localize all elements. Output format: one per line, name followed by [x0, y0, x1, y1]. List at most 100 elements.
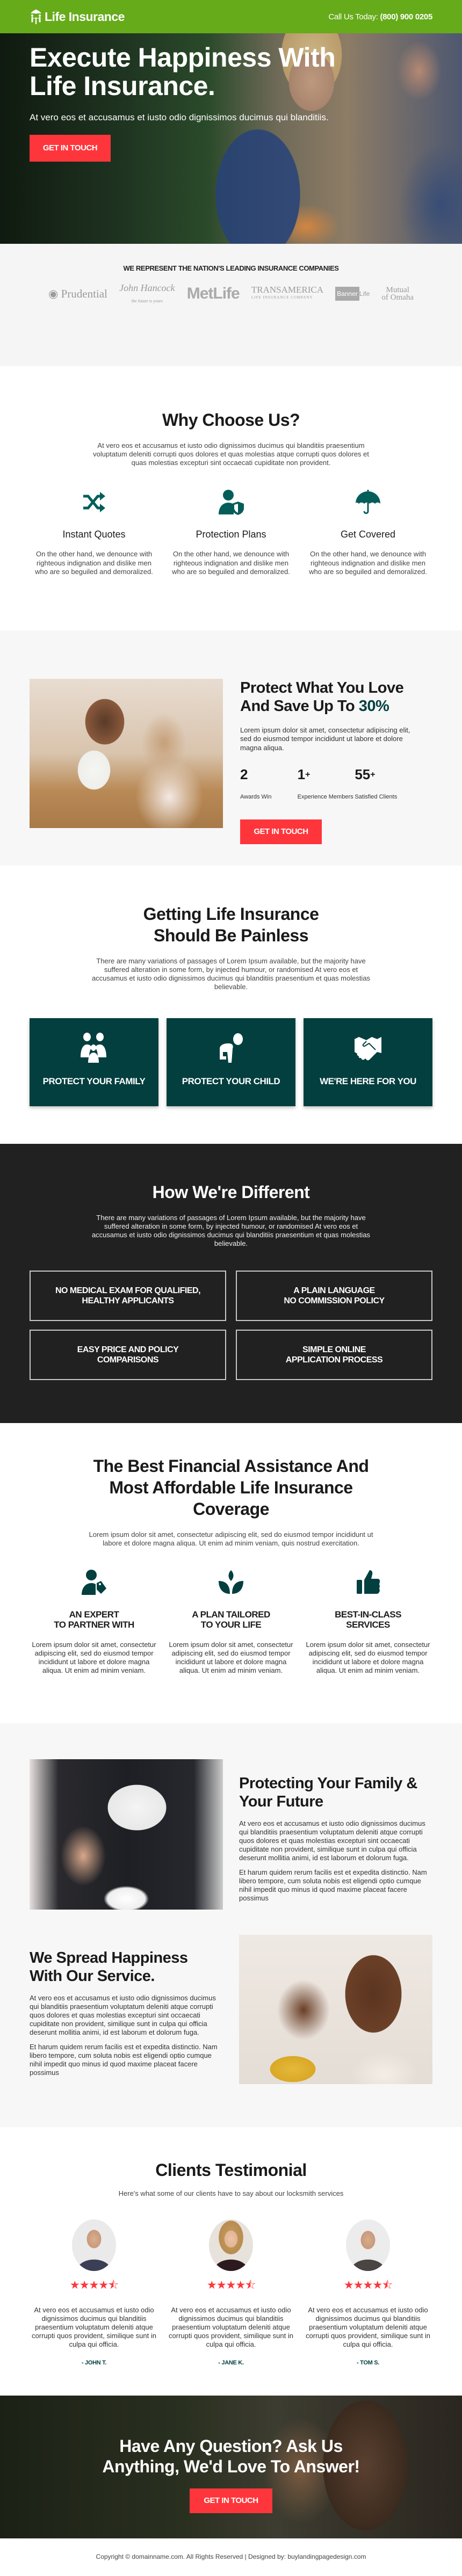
stat-awards: 2 Awards Win: [240, 766, 272, 800]
best-assistance-section: The Best Financial Assistance And Most A…: [0, 1423, 462, 1723]
site-header: Life Insurance Call Us Today: (800) 900 …: [0, 0, 462, 33]
tile-label: PROTECT YOUR FAMILY: [42, 1076, 146, 1086]
feature-card: Get Covered On the other hand, we denoun…: [304, 489, 432, 577]
hero-title: Execute Happiness With Life Insurance.: [30, 42, 336, 101]
couple-with-dog-photo: [30, 678, 223, 828]
feature-title: Instant Quotes: [62, 529, 126, 540]
paper-umbrella-family-photo: [30, 1759, 223, 1910]
tile-protect-family[interactable]: PROTECT YOUR FAMILY: [30, 1018, 158, 1106]
stat-members: 1+ Experience Members: [297, 766, 353, 800]
feature-card: Instant Quotes On the other hand, we den…: [30, 489, 158, 577]
difference-box: NO MEDICAL EXAM FOR QUALIFIED, HEALTHY A…: [30, 1270, 226, 1321]
landing-page: Life Insurance Call Us Today: (800) 900 …: [0, 0, 462, 2576]
painless-title: Getting Life Insurance Should Be Painles…: [143, 904, 319, 945]
testimonial-text: At vero eos et accusamus et iusto odio d…: [169, 2305, 293, 2348]
difference-box: SIMPLE ONLINE APPLICATION PROCESS: [236, 1329, 432, 1380]
testimonial-author: - JOHN T.: [81, 2359, 107, 2366]
feature-text: On the other hand, we denounce with righ…: [35, 550, 153, 576]
testimonials-title: Clients Testimonial: [155, 2160, 307, 2180]
copyright-text: Copyright © domainname.com. All Rights R…: [96, 2552, 366, 2560]
star-rating: ★★★★⯪: [69, 2279, 119, 2291]
testimonial-text: At vero eos et accusamus et iusto odio d…: [306, 2305, 430, 2348]
benefit-text: Lorem ipsum dolor sit amet, consectetur …: [306, 1640, 430, 1674]
tile-here-for-you[interactable]: WE'RE HERE FOR YOU: [304, 1018, 432, 1106]
mother-daughter-photo: [239, 1934, 432, 2084]
feature-text: On the other hand, we denounce with righ…: [309, 550, 427, 576]
logo-banner-life: Banner Life: [335, 287, 370, 301]
avatar: [209, 2219, 253, 2271]
family-umbrella-logo-icon: [31, 9, 41, 24]
story-section: Protecting Your Family & Your Future At …: [0, 1723, 462, 2127]
user-shield-icon: [219, 490, 244, 515]
protect-text: Lorem ipsum dolor sit amet, consectetur …: [240, 725, 410, 752]
stat-clients: 55+ Satisfied Clients: [355, 766, 398, 800]
feature-card: Protection Plans On the other hand, we d…: [167, 489, 295, 577]
call-us: Call Us Today: (800) 900 0205: [328, 12, 432, 21]
testimonials-subtitle: Here's what some of our clients have to …: [118, 2189, 344, 2197]
benefit-text: Lorem ipsum dolor sit amet, consectetur …: [32, 1640, 156, 1674]
benefit-title: AN EXPERT TO PARTNER WITH: [54, 1609, 134, 1630]
star-rating: ★★★★⯪: [206, 2279, 256, 2291]
partner-logos: ◉ Prudential John Hancock the future is y…: [48, 282, 414, 304]
story-text-1b: Et harum quidem rerum facilis est et exp…: [239, 1868, 427, 1902]
protect-get-in-touch-button[interactable]: GET IN TOUCH: [240, 819, 322, 844]
brand-logo[interactable]: Life Insurance: [30, 8, 125, 26]
story-title-1: Protecting Your Family & Your Future: [239, 1774, 417, 1810]
protect-title: Protect What You Love And Save Up To 30%: [240, 679, 404, 715]
contact-cta-section: Have Any Question? Ask Us Anything, We'd…: [0, 2396, 462, 2538]
feature-title: Protection Plans: [196, 529, 266, 540]
feature-title: Get Covered: [340, 529, 396, 540]
why-title: Why Choose Us?: [162, 410, 300, 430]
benefit-card: BEST-IN-CLASS SERVICES Lorem ipsum dolor…: [304, 1569, 432, 1675]
logo-mutual-of-omaha: Mutual of Omaha: [381, 286, 414, 302]
benefit-card: AN EXPERT TO PARTNER WITH Lorem ipsum do…: [30, 1569, 158, 1675]
why-intro: At vero eos et accusamus et iusto odio d…: [93, 441, 369, 467]
why-choose-us-section: Why Choose Us? At vero eos et accusamus …: [0, 366, 462, 630]
tile-protect-child[interactable]: PROTECT YOUR CHILD: [167, 1018, 295, 1106]
benefit-title: BEST-IN-CLASS SERVICES: [335, 1609, 401, 1630]
hero-get-in-touch-button[interactable]: GET IN TOUCH: [30, 135, 111, 162]
logo-transamerica: Transamerica LIFE INSURANCE COMPANY: [251, 285, 324, 300]
user-tag-icon: [82, 1569, 106, 1595]
partners-title: WE REPRESENT THE NATION'S LEADING INSURA…: [123, 264, 339, 272]
difference-box: EASY PRICE AND POLICY COMPARISONS: [30, 1329, 226, 1380]
testimonial-card: ★★★★⯪ At vero eos et accusamus et iusto …: [167, 2219, 295, 2366]
testimonial-card: ★★★★⯪ At vero eos et accusamus et iusto …: [30, 2219, 158, 2366]
star-rating: ★★★★⯪: [343, 2279, 393, 2291]
call-label: Call Us Today:: [328, 12, 378, 21]
difference-box: A PLAIN LANGUAGE NO COMMISSION POLICY: [236, 1270, 432, 1321]
story-text-1a: At vero eos et accusamus et iusto odio d…: [239, 1819, 425, 1862]
story-text-2a: At vero eos et accusamus et iusto odio d…: [30, 1993, 216, 2036]
stats-row: 2 Awards Win 1+ Experience Members 55+ S…: [240, 766, 412, 800]
benefit-card: A PLAN TAILORED TO YOUR LIFE Lorem ipsum…: [167, 1569, 295, 1675]
best-title: The Best Financial Assistance And Most A…: [93, 1456, 369, 1519]
phone-link[interactable]: (800) 900 0205: [380, 12, 432, 21]
feature-text: On the other hand, we denounce with righ…: [172, 550, 290, 576]
site-footer: Copyright © domainname.com. All Rights R…: [0, 2538, 462, 2576]
discount-highlight: 30%: [358, 697, 389, 715]
partners-section: WE REPRESENT THE NATION'S LEADING INSURA…: [0, 244, 462, 366]
umbrella-icon: [356, 490, 380, 514]
protect-section: Protect What You Love And Save Up To 30%…: [0, 630, 462, 866]
tile-label: WE'RE HERE FOR YOU: [320, 1076, 416, 1086]
story-title-2: We Spread Happiness With Our Service.: [30, 1949, 188, 1985]
family-icon: [81, 1032, 106, 1063]
lotus-icon: [219, 1570, 243, 1594]
different-title: How We're Different: [152, 1182, 310, 1202]
brand-name: Life Insurance: [45, 9, 125, 24]
testimonial-card: ★★★★⯪ At vero eos et accusamus et iusto …: [304, 2219, 432, 2366]
logo-metlife: MetLife: [186, 285, 240, 302]
painless-text: There are many variations of passages of…: [91, 956, 371, 991]
cta-title: Have Any Question? Ask Us Anything, We'd…: [102, 2436, 360, 2476]
testimonial-author: - TOM S.: [356, 2359, 379, 2366]
how-we-are-different-section: How We're Different There are many varia…: [0, 1143, 462, 1423]
handshake-icon: [355, 1036, 381, 1060]
logo-prudential: ◉ Prudential: [48, 287, 107, 300]
crawling-baby-icon: [220, 1033, 243, 1063]
hero-text: At vero eos et accusamus et iusto odio d…: [30, 112, 329, 122]
cta-get-in-touch-button[interactable]: GET IN TOUCH: [190, 2488, 272, 2513]
story-text-2b: Et harum quidem rerum facilis est et exp…: [30, 2042, 218, 2077]
testimonials-section: Clients Testimonial Here's what some of …: [0, 2127, 462, 2396]
thumbs-up-icon: [357, 1570, 380, 1594]
different-text: There are many variations of passages of…: [91, 1213, 371, 1247]
